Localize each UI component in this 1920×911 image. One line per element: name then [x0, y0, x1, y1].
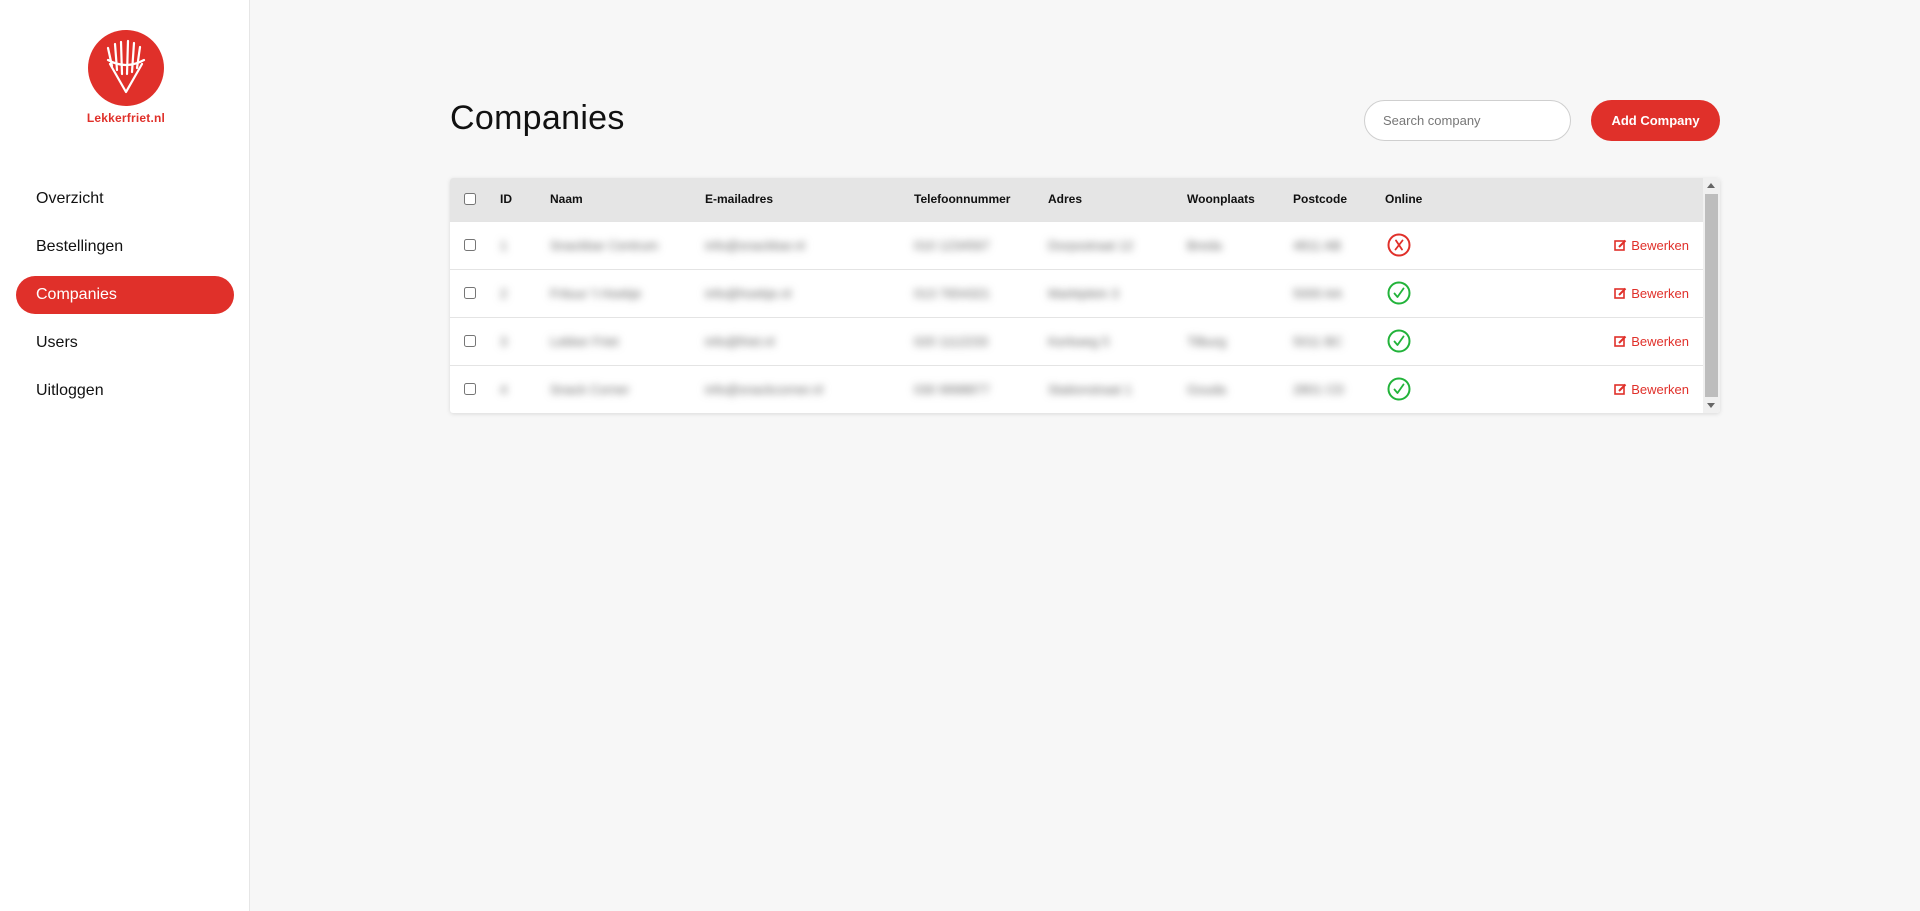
cell-id: 4 [500, 381, 508, 397]
online-check-icon [1387, 329, 1411, 353]
cell-id: 3 [500, 333, 508, 349]
offline-cross-icon [1387, 233, 1411, 257]
cell-naam: Snack Corner [550, 381, 630, 397]
cell-email: info@snackbar.nl [705, 237, 805, 253]
cell-adres: Marktplein 3 [1048, 285, 1119, 301]
companies-table: ID Naam E-mailadres Telefoonnummer Adres… [450, 178, 1720, 413]
cell-adres: Kerkweg 5 [1048, 333, 1110, 349]
cell-postcode: 2801 CD [1293, 381, 1345, 397]
cell-telefoon: 020 1112233 [914, 333, 988, 349]
search-input[interactable] [1364, 100, 1571, 141]
online-check-icon [1387, 281, 1411, 305]
cell-telefoon: 030 9998877 [914, 381, 990, 397]
add-company-button[interactable]: Add Company [1591, 100, 1720, 141]
scrollbar-thumb[interactable] [1705, 194, 1718, 397]
cell-id: 2 [500, 285, 508, 301]
edit-label: Bewerken [1631, 285, 1689, 301]
table-header-row: ID Naam E-mailadres Telefoonnummer Adres… [450, 178, 1703, 221]
column-header-id[interactable]: ID [500, 178, 550, 221]
cell-postcode: 5011 BC [1293, 333, 1343, 349]
row-checkbox[interactable] [464, 383, 476, 396]
cell-naam: Lekker Friet [550, 333, 619, 349]
online-check-icon [1387, 377, 1411, 401]
table-row[interactable]: 4 Snack Corner info@snackcorner.nl 030 9998… [450, 365, 1703, 413]
table-row[interactable]: 1 Snackbar Centrum info@snackbar.nl 010 123… [450, 221, 1703, 269]
column-header-woonplaats[interactable]: Woonplaats [1187, 178, 1293, 221]
edit-label: Bewerken [1631, 381, 1689, 397]
sidebar-item-companies[interactable]: Companies [16, 276, 234, 314]
scroll-down-arrow-icon[interactable] [1707, 403, 1715, 408]
cell-postcode: 5000 AA [1293, 285, 1343, 301]
brand-name: Lekkerfriet.nl [86, 111, 166, 125]
table-body: 1 Snackbar Centrum info@snackbar.nl 010 123… [450, 221, 1703, 413]
cell-adres: Stationstraat 1 [1048, 381, 1132, 397]
scroll-up-arrow-icon[interactable] [1707, 183, 1715, 188]
row-checkbox[interactable] [464, 335, 476, 347]
column-header-naam[interactable]: Naam [550, 178, 705, 221]
sidebar-item-uitloggen[interactable]: Uitloggen [16, 372, 234, 410]
row-checkbox[interactable] [464, 287, 476, 299]
edit-icon [1614, 239, 1627, 251]
edit-button[interactable]: Bewerken [1475, 317, 1703, 365]
table-scrollbar[interactable] [1703, 178, 1720, 413]
column-header-online[interactable]: Online [1385, 178, 1475, 221]
cell-id: 1 [500, 237, 508, 253]
edit-icon [1614, 335, 1627, 347]
page-title: Companies [450, 99, 625, 137]
logo[interactable]: Lekkerfriet.nl [84, 30, 168, 125]
cell-email: info@hoekje.nl [705, 285, 792, 301]
column-header-adres[interactable]: Adres [1048, 178, 1187, 221]
edit-button[interactable]: Bewerken [1475, 365, 1703, 413]
cell-telefoon: 010 1234567 [914, 237, 990, 253]
sidebar-item-users[interactable]: Users [16, 324, 234, 362]
cell-naam: Frituur 't Hoekje [550, 285, 642, 301]
cell-email: info@snackcorner.nl [705, 381, 823, 397]
edit-label: Bewerken [1631, 237, 1689, 253]
sidebar-nav: Overzicht Bestellingen Companies Users U… [16, 180, 234, 420]
sidebar-item-overzicht[interactable]: Overzicht [16, 180, 234, 218]
edit-icon [1614, 287, 1627, 299]
select-all-checkbox[interactable] [464, 193, 476, 206]
column-header-email[interactable]: E-mailadres [705, 178, 914, 221]
edit-button[interactable]: Bewerken [1475, 269, 1703, 317]
cell-email: info@friet.nl [705, 333, 775, 349]
cell-woonplaats: Breda [1187, 237, 1222, 253]
table-row[interactable]: 2 Frituur 't Hoekje info@hoekje.nl 013 7654… [450, 269, 1703, 317]
cell-woonplaats: Gouda [1187, 381, 1227, 397]
cell-telefoon: 013 7654321 [914, 285, 990, 301]
table-row[interactable]: 3 Lekker Friet info@friet.nl 020 1112233 Ker… [450, 317, 1703, 365]
edit-icon [1614, 383, 1627, 395]
edit-button[interactable]: Bewerken [1475, 221, 1703, 269]
sidebar: Lekkerfriet.nl Overzicht Bestellingen Co… [0, 0, 250, 911]
cell-postcode: 4811 AB [1293, 237, 1342, 253]
fries-icon [88, 30, 164, 106]
cell-woonplaats: Tilburg [1187, 333, 1227, 349]
edit-label: Bewerken [1631, 333, 1689, 349]
column-header-telefoon[interactable]: Telefoonnummer [914, 178, 1048, 221]
row-checkbox[interactable] [464, 239, 476, 251]
column-header-postcode[interactable]: Postcode [1293, 178, 1385, 221]
sidebar-item-bestellingen[interactable]: Bestellingen [16, 228, 234, 266]
cell-naam: Snackbar Centrum [550, 237, 659, 253]
cell-adres: Dorpsstraat 12 [1048, 237, 1134, 253]
